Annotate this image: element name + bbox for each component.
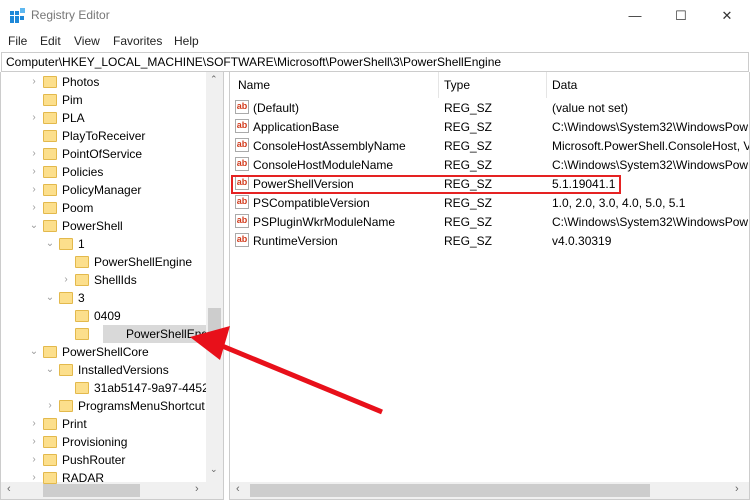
annotation-arrow: [190, 326, 383, 415]
